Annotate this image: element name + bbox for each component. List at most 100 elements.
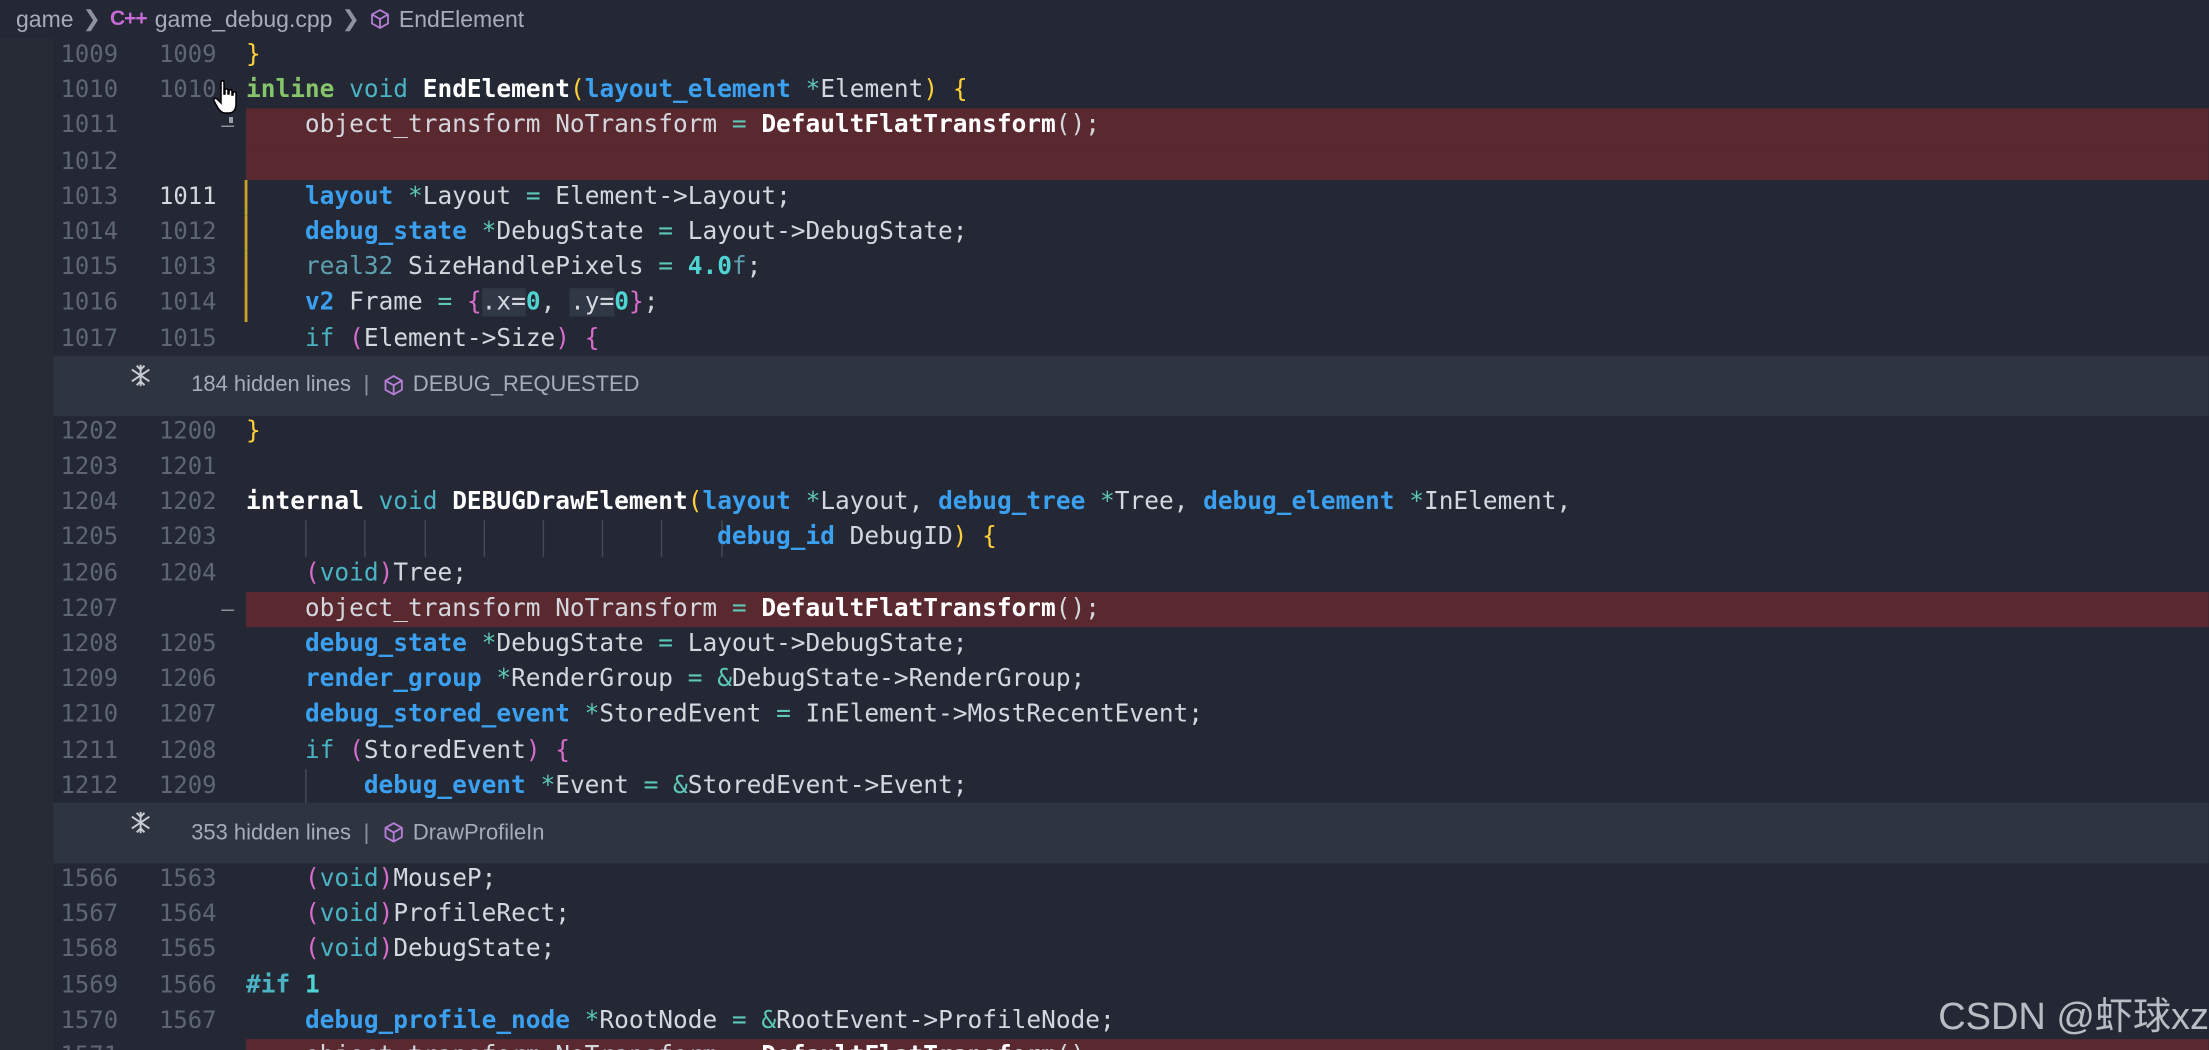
unfold-icon[interactable]	[128, 363, 153, 388]
code-token: *	[1409, 488, 1424, 517]
code-token: Tree,	[1114, 488, 1204, 517]
breadcrumb-file[interactable]: game_debug.cpp	[155, 6, 333, 33]
original-line-number: 1571	[53, 1039, 119, 1050]
code-token: ,	[540, 288, 571, 317]
original-line-number: 1205	[60, 523, 119, 552]
code-line[interactable]: 1206 1204 (void)Tree;	[0, 556, 2209, 591]
code-token: {	[466, 288, 482, 317]
diff-editor[interactable]: 1009 1009} 1010 1010 inline void EndElement(…	[0, 38, 2209, 1050]
code-line[interactable]: 1211 1208 if (StoredEvent) {	[0, 733, 2209, 768]
code-token: 0	[525, 288, 541, 317]
modified-line-number: 1014	[158, 288, 217, 317]
original-line-number: 1013	[60, 182, 119, 211]
code-line[interactable]: 1015 1013 real32 SizeHandlePixels = 4.0f;	[0, 250, 2209, 286]
code-line[interactable]: 1208 1205 debug_state *DebugState = Layou…	[0, 627, 2209, 662]
code-line[interactable]: 1568 1565 (void)DebugState;	[0, 933, 2209, 968]
code-token: *	[584, 1006, 600, 1035]
deleted-code-line[interactable]: 1012	[0, 144, 2209, 180]
revert-change-icon[interactable]: —	[217, 592, 239, 627]
code-token: }	[246, 40, 261, 69]
original-line-number: 1567	[60, 900, 119, 929]
code-token: object_transform NoTransform	[246, 111, 732, 140]
chevron-right-icon: ❯	[341, 6, 360, 31]
code-line[interactable]: 1013 1011 layout *Layout = Element->Layou…	[0, 179, 2209, 216]
code-line[interactable]: 1009 1009}	[0, 38, 2209, 73]
code-token: =	[658, 629, 674, 659]
modified-line-number: 1011	[158, 182, 217, 211]
code-line[interactable]: 1567 1564 (void)ProfileRect;	[0, 897, 2209, 932]
fold-info: 353 hidden lines | DrawProfileIn	[191, 811, 544, 856]
breadcrumb-symbol[interactable]: EndElement	[399, 6, 524, 33]
code-line[interactable]: 1570 1567 debug_profile_node *RootNode = …	[0, 1004, 2209, 1039]
unfold-icon[interactable]	[128, 810, 153, 835]
code-token: =	[687, 665, 703, 694]
code-token: &	[761, 1006, 777, 1035]
revert-change-icon[interactable]: —	[217, 1039, 239, 1050]
code-line[interactable]: 1014 1012 debug_state *DebugState = Layou…	[0, 215, 2209, 251]
code-token: =	[525, 182, 541, 211]
chevron-right-icon: ❯	[82, 6, 101, 31]
code-token: StoredEvent->Event;	[687, 771, 968, 800]
code-token: debug_event	[363, 771, 526, 800]
fold-symbol[interactable]: DrawProfileIn	[413, 820, 545, 844]
code-line[interactable]: 1010 1010 inline void EndElement(layout_el…	[0, 73, 2209, 108]
modified-line-number: 1563	[158, 864, 217, 893]
code-token: object_transform NoTransform	[246, 594, 732, 623]
modified-line-number: 1206	[158, 665, 217, 694]
folded-region[interactable]: 353 hidden lines | DrawProfileIn	[53, 802, 2209, 864]
code-token: ProfileRect;	[393, 900, 570, 929]
code-token: Frame	[334, 288, 438, 317]
code-line[interactable]: 1212 1209 debug_event *Event = &StoredEve…	[0, 768, 2209, 805]
code-token: layout	[702, 488, 791, 517]
breadcrumb-folder[interactable]: game	[16, 6, 74, 33]
folded-region[interactable]: 184 hidden lines | DEBUG_REQUESTED	[53, 355, 2209, 416]
code-token: DEBUGDrawElement	[452, 488, 688, 517]
code-token: debug_profile_node	[304, 1006, 570, 1035]
code-token: Element->Size	[363, 324, 556, 353]
code-line[interactable]: 1209 1206 render_group *RenderGroup = &De…	[0, 663, 2209, 698]
code-token: )	[923, 76, 939, 105]
code-line[interactable]: 1566 1563 (void)MouseP;	[0, 862, 2209, 897]
code-token: Layout->DebugState;	[673, 217, 968, 247]
code-token: *	[481, 217, 497, 247]
code-token: .x=	[481, 288, 526, 317]
code-token: DebugID	[834, 523, 953, 552]
original-line-number: 1010	[60, 76, 119, 105]
deleted-code-line[interactable]: 1207 — object_transform NoTransform = Def…	[0, 591, 2209, 628]
code-line[interactable]: 1204 1202 internal void DEBUGDrawElement(l…	[0, 485, 2209, 520]
code-token: DebugState->RenderGroup;	[731, 665, 1086, 694]
code-token: *	[408, 182, 423, 211]
code-text[interactable]: object_transform NoTransform = DefaultFl…	[246, 1039, 1100, 1050]
code-line[interactable]: 1203 1201	[0, 450, 2209, 485]
original-line-number: 1012	[60, 147, 119, 176]
deleted-code-line[interactable]: 1011— object_transform NoTransform = Def…	[0, 108, 2209, 145]
modified-line-number: 1012	[158, 217, 217, 247]
code-token: =	[731, 1006, 747, 1035]
code-line[interactable]: 1210 1207 debug_stored_event *StoredEvent…	[0, 698, 2209, 733]
code-token: &	[673, 771, 688, 800]
code-token: debug_stored_event	[304, 700, 570, 729]
code-line[interactable]: 1016 1014 v2 Frame = {.x=0, .y=0};	[0, 286, 2209, 322]
code-line[interactable]: 1202 1200}	[0, 415, 2209, 450]
code-token: =	[731, 111, 747, 140]
code-token: =	[776, 700, 791, 729]
code-line[interactable]: 1205 1203 debug_id DebugID) {	[0, 520, 2209, 557]
code-token: DebugState	[496, 217, 659, 247]
code-token: )	[378, 559, 394, 588]
code-line[interactable]: 1569 1566 #if 1	[0, 968, 2209, 1003]
code-line[interactable]: 1017 1015 if (Element->Size) {	[0, 321, 2209, 356]
deleted-code-line[interactable]: 1571 — object_transform NoTransform = Def…	[0, 1039, 2209, 1050]
fold-symbol[interactable]: DEBUG_REQUESTED	[413, 373, 640, 397]
code-token: real32	[304, 253, 394, 282]
